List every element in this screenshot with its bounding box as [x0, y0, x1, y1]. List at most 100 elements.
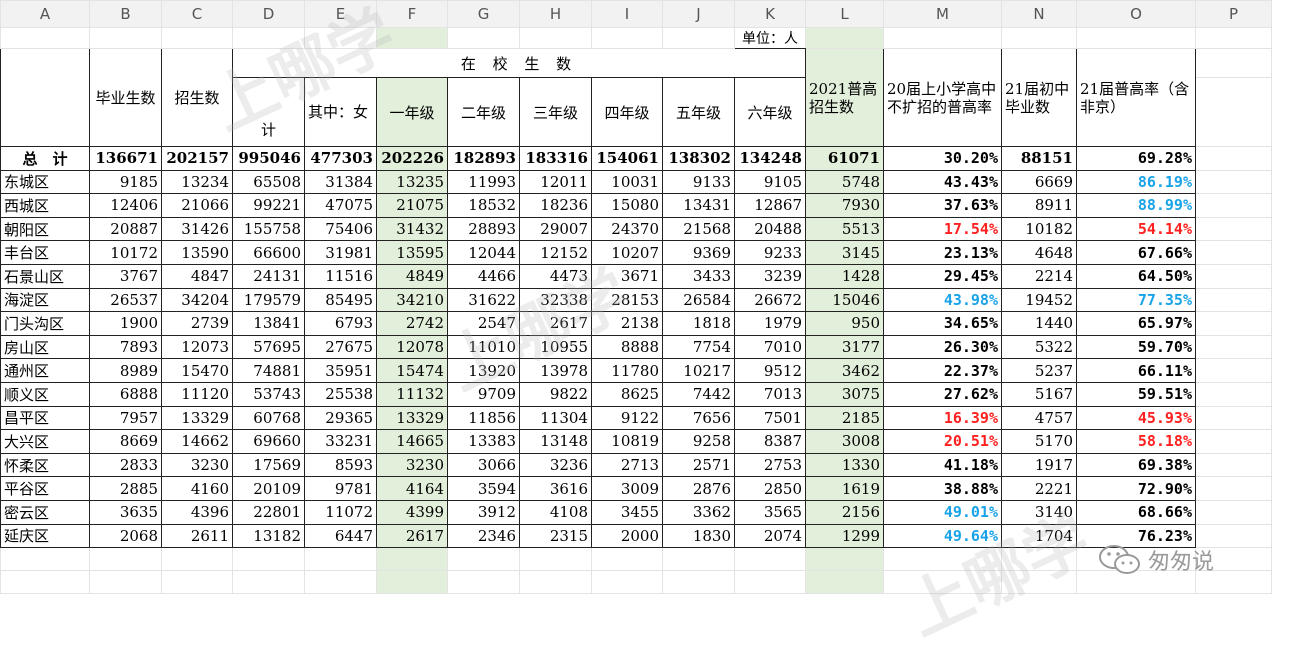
- table-cell[interactable]: 22801: [232, 499, 305, 525]
- table-cell[interactable]: 67.66%: [1076, 240, 1196, 265]
- table-cell[interactable]: 1818: [662, 311, 735, 336]
- table-cell[interactable]: 31432: [376, 216, 448, 242]
- table-cell[interactable]: 59.70%: [1076, 334, 1196, 360]
- header-hs2021[interactable]: 2021普高招生数: [805, 48, 884, 147]
- table-cell[interactable]: 65.97%: [1076, 311, 1196, 336]
- table-cell[interactable]: 74881: [232, 358, 305, 383]
- table-cell[interactable]: 2753: [734, 452, 806, 478]
- table-cell[interactable]: 64.50%: [1076, 263, 1196, 289]
- unit-label[interactable]: 单位：人: [734, 27, 806, 49]
- table-cell[interactable]: 21075: [376, 193, 448, 218]
- table-cell[interactable]: 7013: [734, 381, 806, 407]
- table-cell[interactable]: 22.37%: [883, 358, 1002, 383]
- table-cell[interactable]: 43.98%: [883, 287, 1002, 313]
- table-cell[interactable]: 4108: [519, 499, 592, 525]
- table-cell[interactable]: 15470: [161, 358, 233, 383]
- table-cell[interactable]: 3565: [734, 499, 806, 525]
- table-cell[interactable]: 7930: [805, 193, 884, 218]
- table-cell[interactable]: 3177: [805, 334, 884, 360]
- column-header-g[interactable]: G: [447, 0, 520, 28]
- table-cell[interactable]: 5748: [805, 169, 884, 195]
- table-cell[interactable]: 21066: [161, 193, 233, 218]
- column-header-n[interactable]: N: [1001, 0, 1077, 28]
- table-cell[interactable]: 11856: [447, 405, 520, 431]
- table-cell[interactable]: 31426: [161, 216, 233, 242]
- header-in-school[interactable]: 在 校 生 数: [232, 48, 806, 78]
- table-cell[interactable]: 1704: [1001, 523, 1077, 549]
- table-cell[interactable]: 9133: [662, 169, 735, 195]
- header-grade6[interactable]: 六年级: [734, 77, 806, 147]
- district-name[interactable]: 昌平区: [0, 405, 90, 431]
- table-cell[interactable]: 54.14%: [1076, 216, 1196, 242]
- table-cell[interactable]: 49.64%: [883, 523, 1002, 549]
- table-cell[interactable]: 43.43%: [883, 169, 1002, 195]
- table-cell[interactable]: 7442: [662, 381, 735, 407]
- table-cell[interactable]: 35951: [304, 358, 377, 383]
- table-cell[interactable]: 28153: [591, 287, 663, 313]
- table-cell[interactable]: 5170: [1001, 429, 1077, 454]
- table-cell[interactable]: 26672: [734, 287, 806, 313]
- header-grade5[interactable]: 五年级: [662, 77, 735, 147]
- table-cell[interactable]: 9369: [662, 240, 735, 265]
- table-cell[interactable]: 29007: [519, 216, 592, 242]
- table-cell[interactable]: 53743: [232, 381, 305, 407]
- table-cell[interactable]: 86.19%: [1076, 169, 1196, 195]
- table-cell[interactable]: 4757: [1001, 405, 1077, 431]
- total-label[interactable]: 总 计: [0, 146, 90, 171]
- table-cell[interactable]: 2611: [161, 523, 233, 549]
- table-cell[interactable]: 8911: [1001, 193, 1077, 218]
- table-cell[interactable]: 13383: [447, 429, 520, 454]
- header-enroll[interactable]: 招生数: [161, 48, 233, 147]
- table-cell[interactable]: 4473: [519, 263, 592, 289]
- table-cell[interactable]: 5322: [1001, 334, 1077, 360]
- table-cell[interactable]: 3362: [662, 499, 735, 525]
- table-cell[interactable]: 13978: [519, 358, 592, 383]
- table-cell[interactable]: 13234: [161, 169, 233, 195]
- table-cell[interactable]: 12011: [519, 169, 592, 195]
- header-jr21[interactable]: 21届初中毕业数: [1001, 48, 1077, 147]
- district-name[interactable]: 怀柔区: [0, 452, 90, 478]
- table-cell[interactable]: 8888: [591, 334, 663, 360]
- table-cell[interactable]: 2617: [519, 311, 592, 336]
- table-cell[interactable]: 4648: [1001, 240, 1077, 265]
- table-cell[interactable]: 33231: [304, 429, 377, 454]
- table-cell[interactable]: 17569: [232, 452, 305, 478]
- table-cell[interactable]: 13235: [376, 169, 448, 195]
- table-cell[interactable]: 3075: [805, 381, 884, 407]
- table-cell[interactable]: 2547: [447, 311, 520, 336]
- table-cell[interactable]: 27.62%: [883, 381, 1002, 407]
- table-cell[interactable]: 1900: [89, 311, 162, 336]
- table-cell[interactable]: 66.11%: [1076, 358, 1196, 383]
- column-header-f[interactable]: F: [376, 0, 448, 28]
- table-cell[interactable]: 58.18%: [1076, 429, 1196, 454]
- table-cell[interactable]: 15080: [591, 193, 663, 218]
- table-cell[interactable]: 60768: [232, 405, 305, 431]
- table-cell[interactable]: 66600: [232, 240, 305, 265]
- table-cell[interactable]: 47075: [304, 193, 377, 218]
- table-cell[interactable]: 3767: [89, 263, 162, 289]
- table-cell[interactable]: 9105: [734, 169, 806, 195]
- table-cell[interactable]: 11516: [304, 263, 377, 289]
- table-cell[interactable]: 2068: [89, 523, 162, 549]
- table-cell[interactable]: 11780: [591, 358, 663, 383]
- table-cell[interactable]: 1330: [805, 452, 884, 478]
- table-cell[interactable]: 3594: [447, 476, 520, 501]
- table-cell[interactable]: 155758: [232, 216, 305, 242]
- table-cell[interactable]: 29.45%: [883, 263, 1002, 289]
- table-cell[interactable]: 45.93%: [1076, 405, 1196, 431]
- table-cell[interactable]: 13182: [232, 523, 305, 549]
- column-header-a[interactable]: A: [0, 0, 90, 28]
- table-cell[interactable]: 9185: [89, 169, 162, 195]
- table-cell[interactable]: 25538: [304, 381, 377, 407]
- table-cell[interactable]: 6888: [89, 381, 162, 407]
- table-cell[interactable]: 3230: [376, 452, 448, 478]
- table-cell[interactable]: 11304: [519, 405, 592, 431]
- table-cell[interactable]: 10955: [519, 334, 592, 360]
- table-cell[interactable]: 9781: [304, 476, 377, 501]
- district-name[interactable]: 通州区: [0, 358, 90, 383]
- header-rate20[interactable]: 20届上小学高中不扩招的普高率: [883, 48, 1002, 147]
- table-cell[interactable]: 21568: [662, 216, 735, 242]
- table-cell[interactable]: 14665: [376, 429, 448, 454]
- table-cell[interactable]: 11072: [304, 499, 377, 525]
- district-name[interactable]: 延庆区: [0, 523, 90, 549]
